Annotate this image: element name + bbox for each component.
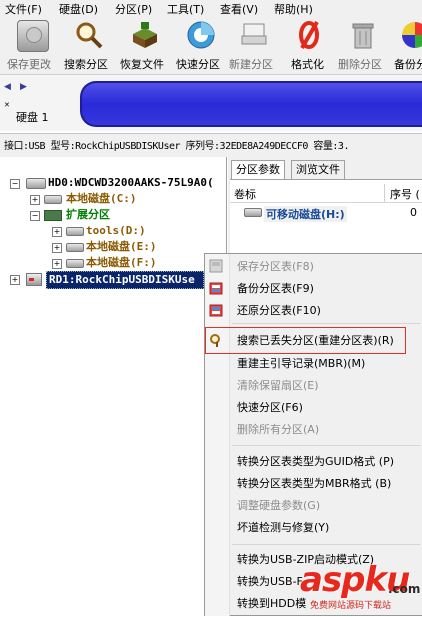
save-table-icon xyxy=(209,259,223,273)
menu-item-usb-fdd[interactable]: 转换为USB-F xyxy=(237,573,303,591)
expand-icon[interactable]: + xyxy=(10,275,20,285)
tree-label-c: 本地磁盘(C:) xyxy=(66,192,137,205)
column-volume-label: 卷标 xyxy=(234,188,256,201)
recover-files-label: 恢复文件 xyxy=(120,58,164,71)
new-partition-button[interactable]: 新建分区 xyxy=(228,20,280,72)
quick-partition-icon xyxy=(186,20,216,50)
menu-tools[interactable]: 工具(T) xyxy=(167,1,204,17)
tree-label-extended: 扩展分区 xyxy=(66,208,110,221)
menu-item-rebuild-mbr[interactable]: 重建主引导记录(MBR)(M) xyxy=(237,355,365,373)
format-button[interactable]: 格式化 xyxy=(286,20,332,72)
partition-icon xyxy=(44,195,62,204)
format-label: 格式化 xyxy=(291,58,324,71)
disk-label: 硬盘 1 xyxy=(16,111,49,124)
column-index: 序号 ( xyxy=(390,188,420,201)
partition-icon xyxy=(66,243,84,252)
menu-item-convert-mbr[interactable]: 转换分区表类型为MBR格式 (B) xyxy=(237,475,391,493)
collapse-icon[interactable]: − xyxy=(30,211,40,221)
menu-bar: 文件(F) 硬盘(D) 分区(P) 工具(T) 查看(V) 帮助(H) xyxy=(0,0,422,16)
menu-partition[interactable]: 分区(P) xyxy=(115,1,152,17)
menu-item-search-lost-partitions[interactable]: 搜索已丢失分区(重建分区表)(R) xyxy=(237,332,394,350)
menu-view[interactable]: 查看(V) xyxy=(220,1,258,17)
disk-partition-visual[interactable] xyxy=(80,81,422,127)
backup-partition-label: 备份分 xyxy=(394,58,422,71)
quick-partition-label: 快速分区 xyxy=(176,58,220,71)
row-index: 0 xyxy=(410,206,417,219)
menu-item-restore-table[interactable]: 还原分区表(F10) xyxy=(237,302,321,320)
row-label: 可移动磁盘(H:) xyxy=(264,206,347,222)
menu-item-bad-sector[interactable]: 坏道检测与修复(Y) xyxy=(237,519,329,537)
backup-icon xyxy=(400,20,422,50)
hard-disk-icon xyxy=(26,178,46,189)
menu-disk[interactable]: 硬盘(D) xyxy=(59,1,98,17)
menu-item-convert-guid[interactable]: 转换分区表类型为GUID格式 (P) xyxy=(237,453,394,471)
table-header: 卷标 序号 ( xyxy=(230,184,422,203)
backup-partition-button[interactable]: 备份分 xyxy=(394,20,422,72)
recover-files-icon xyxy=(130,20,160,50)
menu-file[interactable]: 文件(F) xyxy=(5,1,42,17)
save-changes-button[interactable]: 保存更改 xyxy=(7,20,57,72)
site-watermark: aspku .com 免费网站源码下载站 xyxy=(300,560,422,616)
table-row[interactable]: 可移动磁盘(H:) 0 xyxy=(230,204,422,222)
delete-icon xyxy=(348,20,378,50)
tree-label-d: tools(D:) xyxy=(86,224,146,237)
extended-partition-icon xyxy=(44,210,62,221)
new-partition-label: 新建分区 xyxy=(229,58,273,71)
menu-separator xyxy=(232,445,420,446)
quick-partition-button[interactable]: 快速分区 xyxy=(175,20,227,72)
usb-disk-icon xyxy=(26,273,42,286)
watermark-subtext: 免费网站源码下载站 xyxy=(310,601,392,611)
expand-icon[interactable]: + xyxy=(52,227,62,237)
disk-collapse-icon[interactable]: ✕ xyxy=(4,101,10,109)
menu-separator xyxy=(232,544,420,545)
tree-label-hd0: HD0:WDCWD3200AAKS-75L9A0( xyxy=(48,176,214,189)
disk-info-text: 接口:USB 型号:RockChipUSBDISKUser 序列号:32EDE8… xyxy=(4,141,349,152)
magnifier-icon xyxy=(74,20,104,50)
new-partition-icon xyxy=(239,20,269,50)
restore-table-icon xyxy=(209,303,223,317)
disk-next-icon[interactable]: ▶ xyxy=(20,82,27,92)
menu-item-hdd-mode[interactable]: 转换到HDD模 xyxy=(237,595,306,613)
delete-partition-label: 删除分区 xyxy=(338,58,382,71)
backup-table-icon xyxy=(209,281,223,295)
search-partition-button[interactable]: 搜索分区 xyxy=(64,20,114,72)
watermark-suffix: .com xyxy=(388,582,421,596)
toolbar: 保存更改 搜索分区 恢复文件 快速分区 新建分区 格式化 删除分区 备份分 xyxy=(0,16,422,75)
delete-partition-button[interactable]: 删除分区 xyxy=(337,20,389,72)
expand-icon[interactable]: + xyxy=(52,243,62,253)
menu-item-clear-reserved[interactable]: 清除保留扇区(E) xyxy=(237,377,319,395)
tree-label-rd1: RD1:RockChipUSBDISKUse xyxy=(46,271,204,289)
save-disk-icon xyxy=(17,20,49,52)
expand-icon[interactable]: + xyxy=(52,259,62,269)
save-changes-label: 保存更改 xyxy=(7,58,51,71)
tree-label-e: 本地磁盘(E:) xyxy=(86,240,157,253)
menu-item-backup-table[interactable]: 备份分区表(F9) xyxy=(237,280,314,298)
disk-info-bar: 接口:USB 型号:RockChipUSBDISKUser 序列号:32EDE8… xyxy=(0,133,422,155)
expand-icon[interactable]: + xyxy=(30,195,40,205)
disk-prev-icon[interactable]: ◀ xyxy=(4,82,11,92)
recover-files-button[interactable]: 恢复文件 xyxy=(119,20,171,72)
menu-item-save-table[interactable]: 保存分区表(F8) xyxy=(237,258,314,276)
menu-separator xyxy=(232,323,420,324)
menu-item-adjust-params[interactable]: 调整硬盘参数(G) xyxy=(237,497,320,515)
partition-icon xyxy=(66,259,84,268)
menu-help[interactable]: 帮助(H) xyxy=(274,1,313,17)
format-icon xyxy=(294,20,324,50)
partition-icon xyxy=(66,227,84,236)
collapse-icon[interactable]: − xyxy=(10,179,20,189)
tab-browse-files[interactable]: 浏览文件 xyxy=(291,160,345,179)
menu-item-delete-all[interactable]: 删除所有分区(A) xyxy=(237,421,319,439)
menu-item-quick-partition[interactable]: 快速分区(F6) xyxy=(237,399,303,417)
disk-tree: − HD0:WDCWD3200AAKS-75L9A0( + 本地磁盘(C:) −… xyxy=(0,157,227,616)
tab-partition-params[interactable]: 分区参数 xyxy=(231,160,285,179)
search-partition-label: 搜索分区 xyxy=(64,58,108,71)
removable-disk-icon xyxy=(244,208,262,217)
tree-label-f: 本地磁盘(F:) xyxy=(86,256,157,269)
